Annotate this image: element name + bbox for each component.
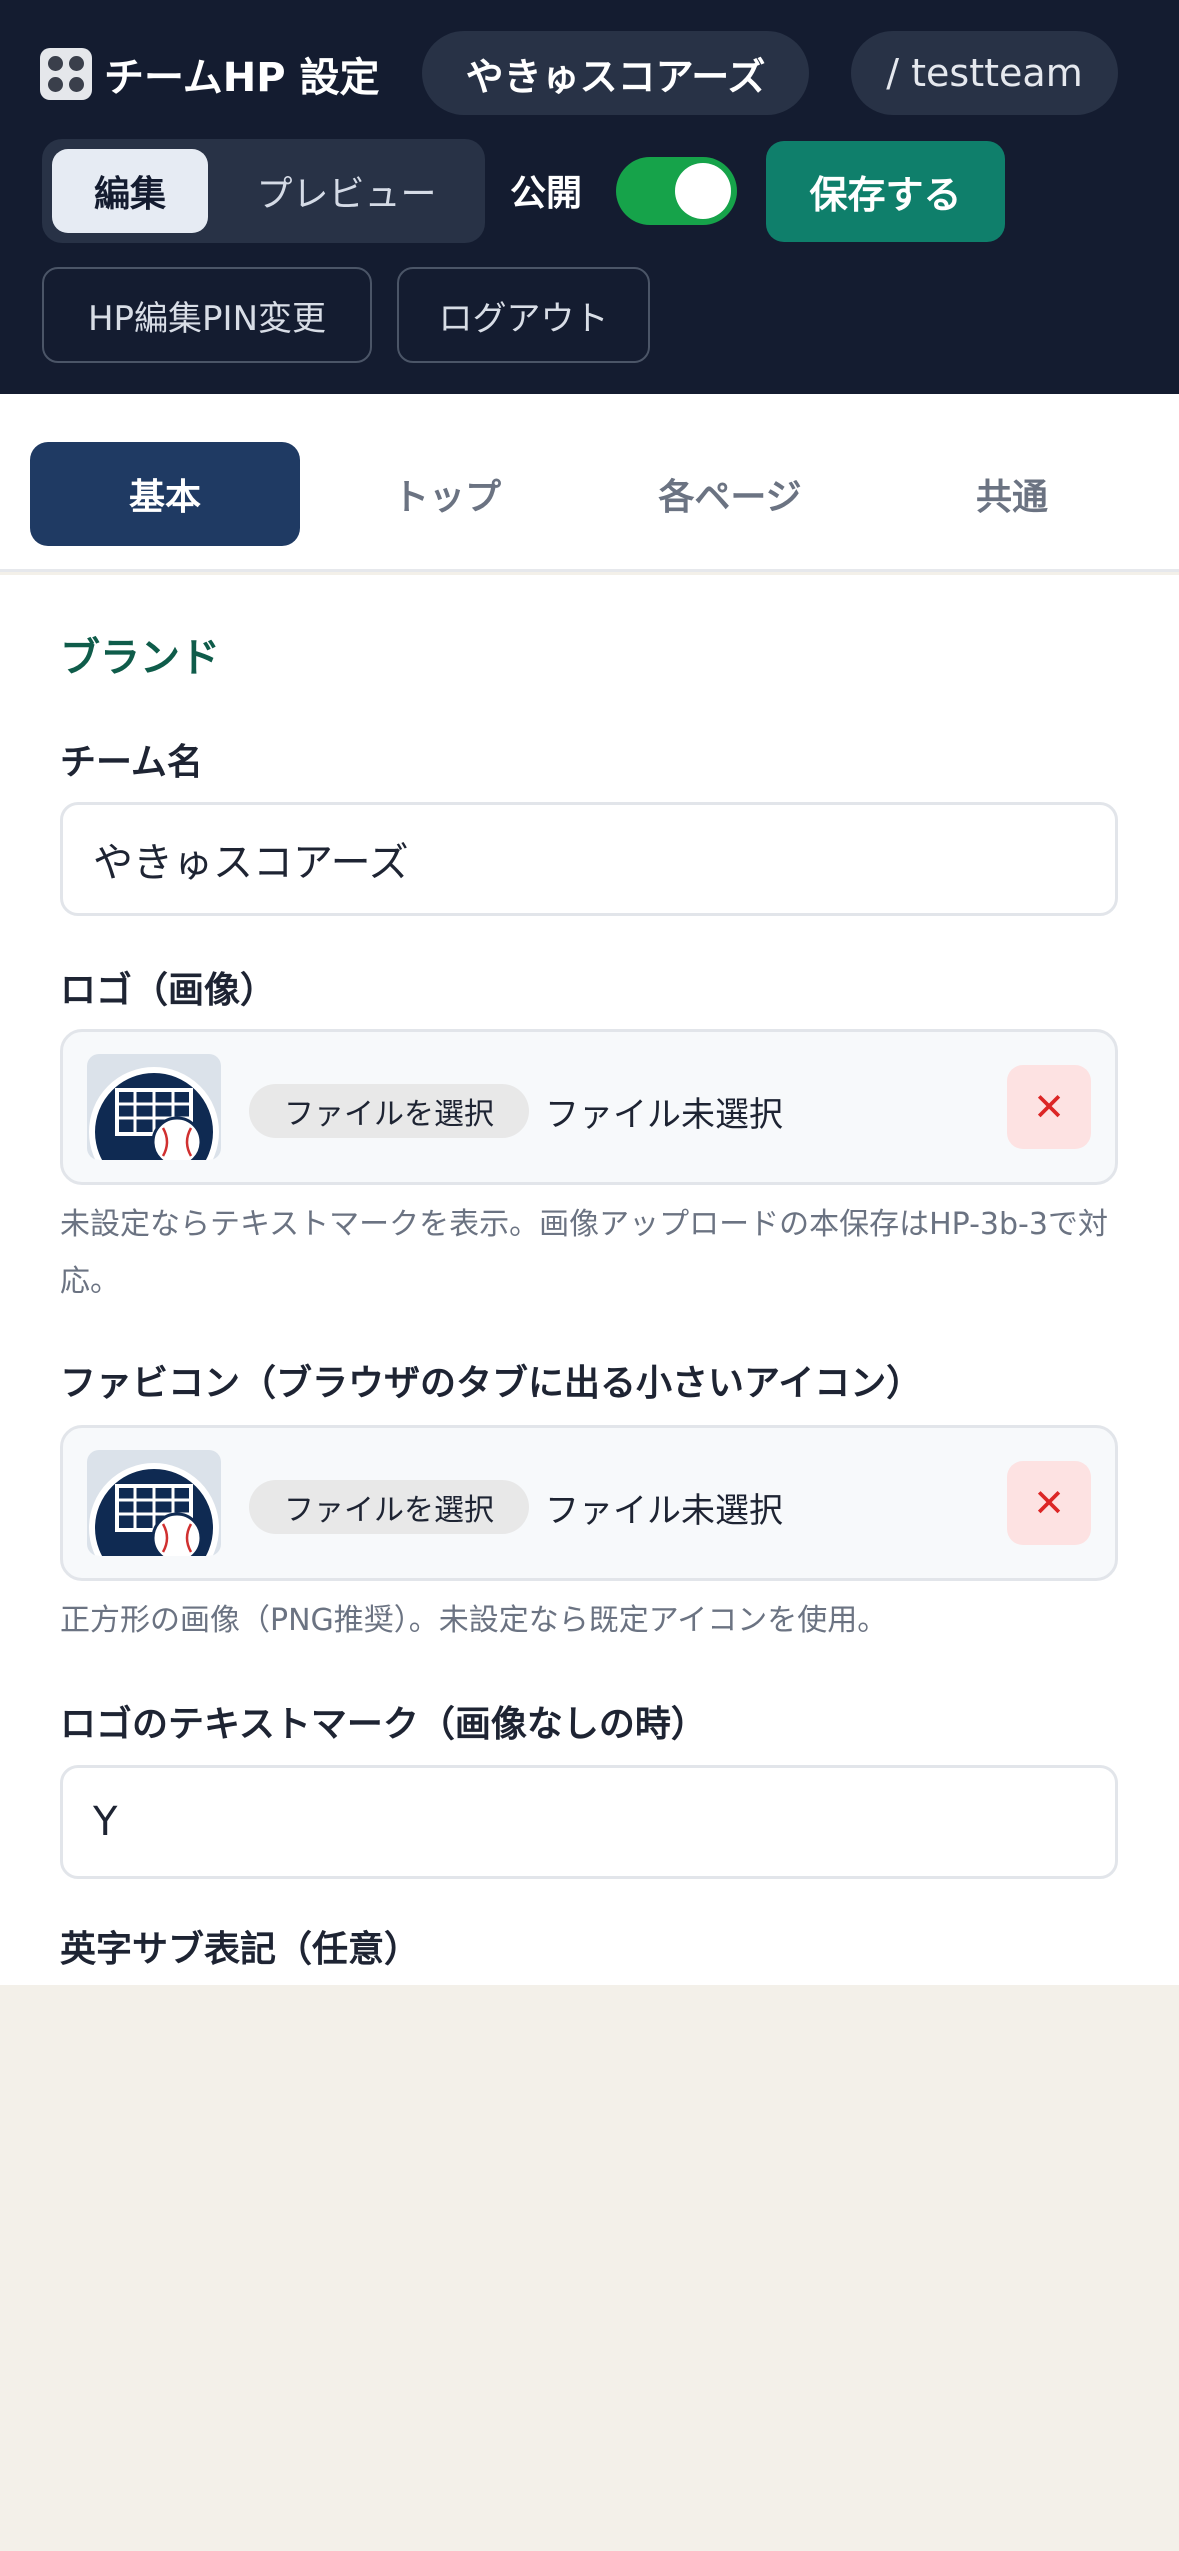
logo-upload: ファイルを選択 ファイル未選択 ✕: [60, 1029, 1118, 1185]
toggle-knob: [675, 163, 731, 219]
form-panel: ブランド チーム名 やきゅスコアーズ ロゴ（画像） ファイルを選択 ファイル未選…: [0, 575, 1179, 1985]
logo-file-status: ファイル未選択: [545, 1094, 783, 1135]
favicon-upload: ファイルを選択 ファイル未選択 ✕: [60, 1425, 1118, 1581]
logo-label: ロゴ（画像）: [60, 970, 277, 1011]
logo-preview-image: [87, 1054, 221, 1160]
textmark-label: ロゴのテキストマーク（画像なしの時）: [60, 1704, 707, 1745]
favicon-choose-file-button[interactable]: ファイルを選択: [249, 1480, 529, 1534]
favicon-label: ファビコン（ブラウザのタブに出る小さいアイコン）: [60, 1363, 923, 1404]
logo-choose-file-button[interactable]: ファイルを選択: [249, 1084, 529, 1138]
team-slug-badge: / testteam: [851, 31, 1118, 115]
change-pin-button[interactable]: HP編集PIN変更: [42, 267, 372, 363]
brand-section-title: ブランド: [60, 635, 220, 681]
edit-mode-button[interactable]: 編集: [52, 149, 208, 233]
logout-button[interactable]: ログアウト: [397, 267, 650, 363]
public-label: 公開: [510, 173, 583, 214]
tab-basic[interactable]: 基本: [30, 442, 300, 546]
favicon-remove-button[interactable]: ✕: [1007, 1461, 1091, 1545]
tab-pages[interactable]: 各ページ: [595, 442, 865, 546]
team-name-input[interactable]: やきゅスコアーズ: [60, 802, 1118, 916]
grid-icon: [40, 48, 92, 100]
favicon-preview-image: [87, 1450, 221, 1556]
preview-mode-button[interactable]: プレビュー: [218, 149, 475, 233]
header-bar: チームHP 設定 やきゅスコアーズ / testteam 編集 プレビュー 公開…: [0, 0, 1179, 394]
page-title-text: チームHP 設定: [104, 55, 380, 101]
close-icon: ✕: [1033, 1085, 1065, 1129]
team-name-badge: やきゅスコアーズ: [422, 31, 809, 115]
save-button[interactable]: 保存する: [766, 141, 1005, 242]
mode-toggle: 編集 プレビュー: [42, 139, 485, 243]
favicon-file-status: ファイル未選択: [545, 1490, 783, 1531]
close-icon: ✕: [1033, 1481, 1065, 1525]
logo-help-text: 未設定ならテキストマークを表示。画像アップロードの本保存はHP-3b-3で対応。: [60, 1207, 1108, 1299]
public-toggle[interactable]: [616, 157, 737, 225]
favicon-help-text: 正方形の画像（PNG推奨）。未設定なら既定アイコンを使用。: [60, 1603, 888, 1638]
tab-top[interactable]: トップ: [312, 442, 582, 546]
page-title: チームHP 設定: [40, 44, 380, 104]
english-sub-label: 英字サブ表記（任意）: [60, 1929, 421, 1970]
tab-common[interactable]: 共通: [877, 442, 1147, 546]
team-name-label: チーム名: [60, 742, 203, 783]
section-tabs: 基本 トップ 各ページ 共通: [0, 394, 1179, 572]
logo-remove-button[interactable]: ✕: [1007, 1065, 1091, 1149]
textmark-input[interactable]: Y: [60, 1765, 1118, 1879]
